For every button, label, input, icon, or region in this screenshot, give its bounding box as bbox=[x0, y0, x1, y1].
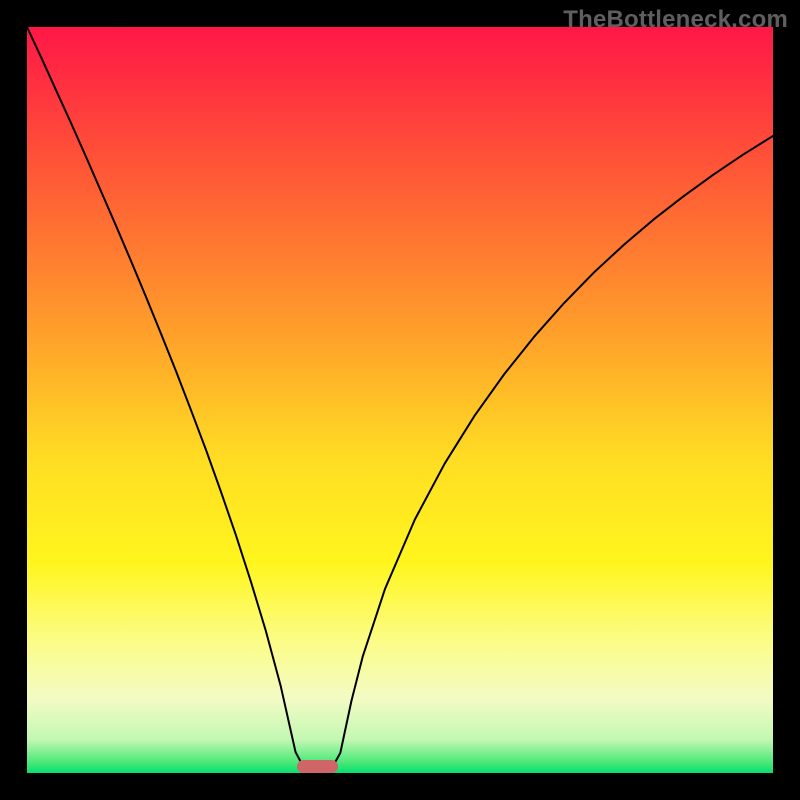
bottleneck-marker bbox=[297, 760, 338, 773]
bottleneck-curve bbox=[27, 27, 773, 773]
watermark-text: TheBottleneck.com bbox=[563, 6, 788, 34]
plot-area bbox=[27, 27, 773, 773]
chart-frame: TheBottleneck.com bbox=[0, 0, 800, 800]
